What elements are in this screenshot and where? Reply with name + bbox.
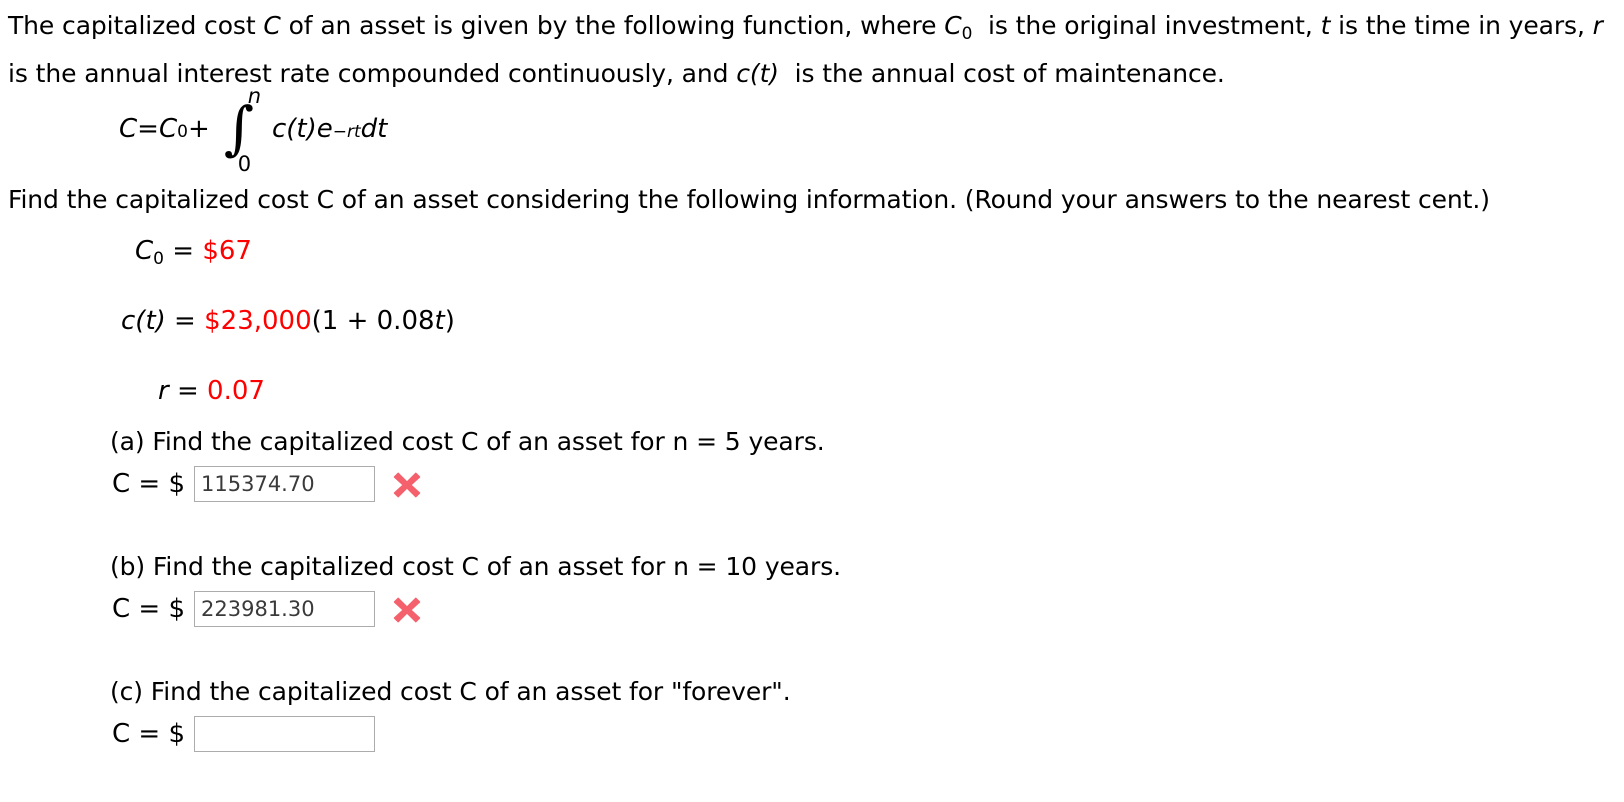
intro-text-1: The capitalized cost (8, 11, 264, 40)
part-b-answer-row: C = $ (112, 591, 421, 627)
given-equals-C0: = (163, 236, 203, 266)
intro-text-6: is the annual cost of maintenance. (786, 58, 1225, 88)
formula-C: C (119, 114, 138, 144)
formula-plus: + (187, 114, 210, 144)
intro-var-C0-base: C (944, 11, 962, 40)
part-c-answer-row: C = $ (112, 716, 376, 752)
part-c-answer-label: C = $ (112, 719, 186, 749)
formula-C0-subscript: 0 (177, 122, 188, 142)
part-b-answer-input[interactable] (194, 591, 376, 627)
intro-var-C0: C0 (944, 11, 972, 44)
integrand-differential: dt (360, 114, 388, 144)
intro-text-3: is the original investment, (980, 11, 1321, 40)
given-red-value-r: 0.07 (207, 376, 265, 406)
intro-var-r: r (1592, 11, 1603, 40)
x-mark-icon (393, 596, 421, 624)
x-mark-icon (393, 471, 421, 499)
formula-C0-base: C (158, 114, 178, 144)
problem-page: The capitalized cost C of an asset is gi… (0, 0, 1624, 802)
integral-lower-limit: 0 (237, 152, 252, 176)
intro-var-ct: c(t) (736, 58, 779, 88)
given-red-value-ct: $23,000 (204, 306, 312, 336)
given-equals-ct: = (165, 306, 205, 336)
integral-symbol-group: ∫ n 0 (224, 84, 261, 176)
formula-left-side: C = C0 + (119, 114, 210, 144)
formula-integrand: c(t)e −rt dt (272, 114, 387, 144)
given-red-value-C0: $67 (202, 236, 252, 266)
find-instruction-line: Find the capitalized cost C of an asset … (8, 185, 1490, 214)
intro-text-2: of an asset is given by the following fu… (280, 11, 945, 40)
given-black-value-ct: (1 + 0.08t) (311, 306, 455, 336)
integrand-base: c(t)e (271, 114, 333, 144)
given-value-initial-investment: C0 = $67 (135, 236, 252, 269)
intro-text-4: is the time in years, (1330, 11, 1593, 40)
given-value-interest-rate: r = 0.07 (158, 376, 265, 406)
part-a-answer-row: C = $ (112, 466, 421, 502)
given-label-C0-subscript: 0 (153, 248, 164, 269)
part-c-answer-input[interactable] (194, 716, 376, 752)
part-c-prompt: (c) Find the capitalized cost C of an as… (110, 677, 791, 706)
capitalized-cost-formula: C = C0 + ∫ n 0 c(t)e −rt dt (119, 84, 387, 176)
given-label-C0: C0 (135, 236, 164, 269)
intro-text-5: is the annual interest rate compounded c… (8, 58, 737, 88)
given-label-ct: c(t) (121, 306, 166, 336)
part-a-answer-input[interactable] (194, 466, 376, 502)
intro-var-C0-subscript: 0 (961, 23, 973, 44)
part-a-prompt: (a) Find the capitalized cost C of an as… (110, 427, 825, 456)
intro-var-C: C (263, 11, 281, 40)
given-label-r: r (158, 376, 169, 406)
integral-upper-limit: n (247, 84, 262, 108)
part-b-prompt: (b) Find the capitalized cost C of an as… (110, 552, 841, 581)
given-value-maintenance-function: c(t) = $23,000(1 + 0.08t) (121, 306, 455, 336)
given-equals-r: = (168, 376, 208, 406)
problem-intro-paragraph: The capitalized cost C of an asset is gi… (8, 6, 1614, 93)
formula-equals: = (137, 114, 159, 144)
given-label-C0-base: C (135, 236, 154, 266)
intro-var-t: t (1320, 11, 1331, 40)
integrand-exponent: −rt (332, 122, 361, 142)
part-a-answer-label: C = $ (112, 469, 186, 499)
part-b-answer-label: C = $ (112, 594, 186, 624)
